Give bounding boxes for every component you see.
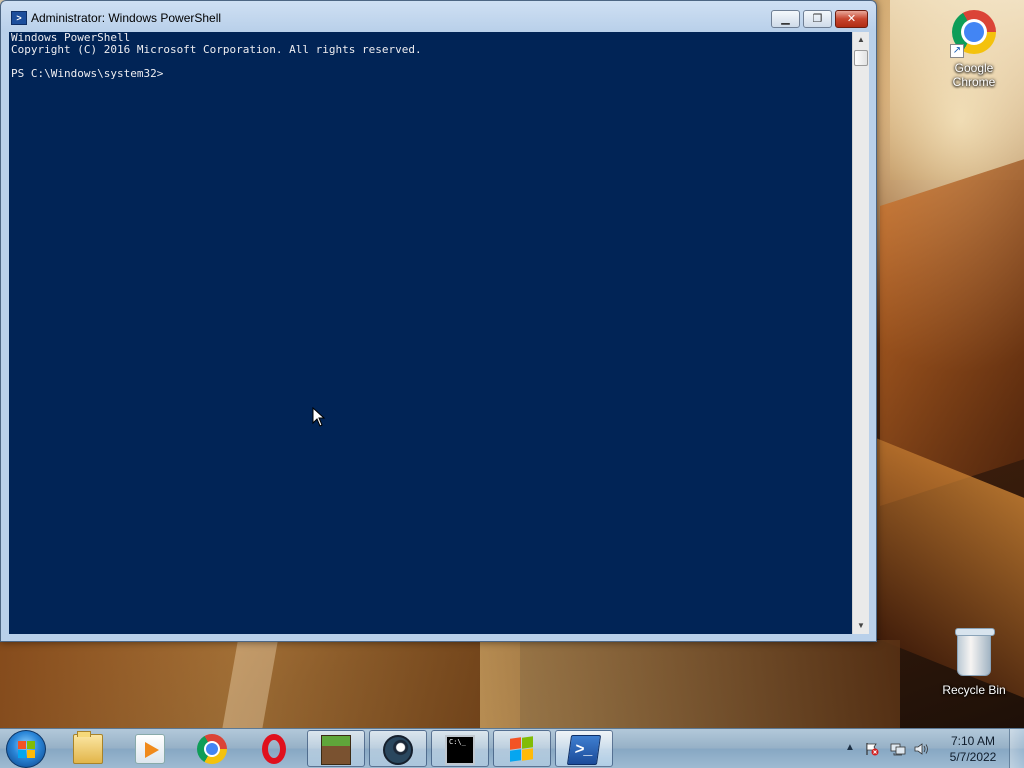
maximize-button[interactable]: ❐ xyxy=(803,10,832,28)
desktop-icon-google-chrome[interactable]: ↗ Google Chrome xyxy=(936,8,1012,89)
powershell-window[interactable]: > Administrator: Windows PowerShell ▁ ❐ … xyxy=(0,0,877,642)
console-output[interactable]: Windows PowerShell Copyright (C) 2016 Mi… xyxy=(9,32,852,634)
taskbar-item-command-prompt[interactable]: C:\_ xyxy=(431,730,489,767)
scroll-up-arrow-icon[interactable]: ▲ xyxy=(853,32,869,48)
minimize-button[interactable]: ▁ xyxy=(771,10,800,28)
close-button[interactable]: ✕ xyxy=(835,10,868,28)
console-prompt[interactable]: PS C:\Windows\system32> xyxy=(11,68,850,80)
taskbar-item-media-player[interactable] xyxy=(122,730,180,767)
clock[interactable]: 7:10 AM 5/7/2022 xyxy=(940,733,1006,765)
chrome-icon xyxy=(197,734,227,764)
taskbar-item-windows-update[interactable] xyxy=(493,730,551,767)
taskbar-item-powershell[interactable]: >_ xyxy=(555,730,613,767)
window-title: Administrator: Windows PowerShell xyxy=(31,11,222,25)
media-player-icon xyxy=(135,734,165,764)
taskbar-item-steam[interactable] xyxy=(369,730,427,767)
desktop-icon-label: Google Chrome xyxy=(952,61,996,89)
taskbar-item-chrome[interactable] xyxy=(184,730,242,767)
cmd-icon: C:\_ xyxy=(445,735,475,765)
recycle-bin-icon xyxy=(950,628,998,680)
action-center-flag-icon[interactable] xyxy=(865,742,879,756)
volume-icon[interactable] xyxy=(913,742,929,756)
wallpaper-facet xyxy=(480,640,900,728)
system-tray: ▲ 7:10 AM 5/7/2022 xyxy=(843,729,1024,768)
scroll-down-arrow-icon[interactable]: ▼ xyxy=(853,618,869,634)
chrome-icon: ↗ xyxy=(950,10,998,58)
taskbar: C:\_ >_ ▲ 7:10 AM 5/7/2022 xyxy=(0,728,1024,768)
taskbar-item-minecraft[interactable] xyxy=(307,730,365,767)
network-icon[interactable] xyxy=(890,742,906,756)
taskbar-item-explorer[interactable] xyxy=(60,730,118,767)
desktop-icon-label: Recycle Bin xyxy=(942,683,1006,697)
windows-logo-icon xyxy=(507,735,537,765)
start-button[interactable] xyxy=(6,730,46,768)
powershell-icon[interactable]: > xyxy=(11,11,27,25)
scroll-thumb[interactable] xyxy=(854,50,868,66)
powershell-icon: >_ xyxy=(566,735,602,765)
console-line: Copyright (C) 2016 Microsoft Corporation… xyxy=(11,43,422,56)
clock-time: 7:10 AM xyxy=(950,734,996,748)
show-hidden-icons-icon[interactable]: ▲ xyxy=(845,742,855,753)
folder-icon xyxy=(73,731,103,764)
taskbar-item-opera[interactable] xyxy=(246,730,304,767)
clock-date: 5/7/2022 xyxy=(949,750,997,764)
mouse-cursor-icon xyxy=(312,407,326,427)
shortcut-arrow-icon: ↗ xyxy=(950,44,964,58)
vertical-scrollbar[interactable]: ▲ ▼ xyxy=(852,32,869,634)
steam-icon xyxy=(383,735,413,765)
desktop-icon-recycle-bin[interactable]: Recycle Bin xyxy=(936,628,1012,697)
minecraft-icon xyxy=(321,735,351,765)
windows-logo-icon xyxy=(18,741,36,759)
title-bar[interactable]: > Administrator: Windows PowerShell ▁ ❐ … xyxy=(1,1,876,33)
show-desktop-button[interactable] xyxy=(1009,729,1024,768)
opera-icon xyxy=(262,734,286,764)
